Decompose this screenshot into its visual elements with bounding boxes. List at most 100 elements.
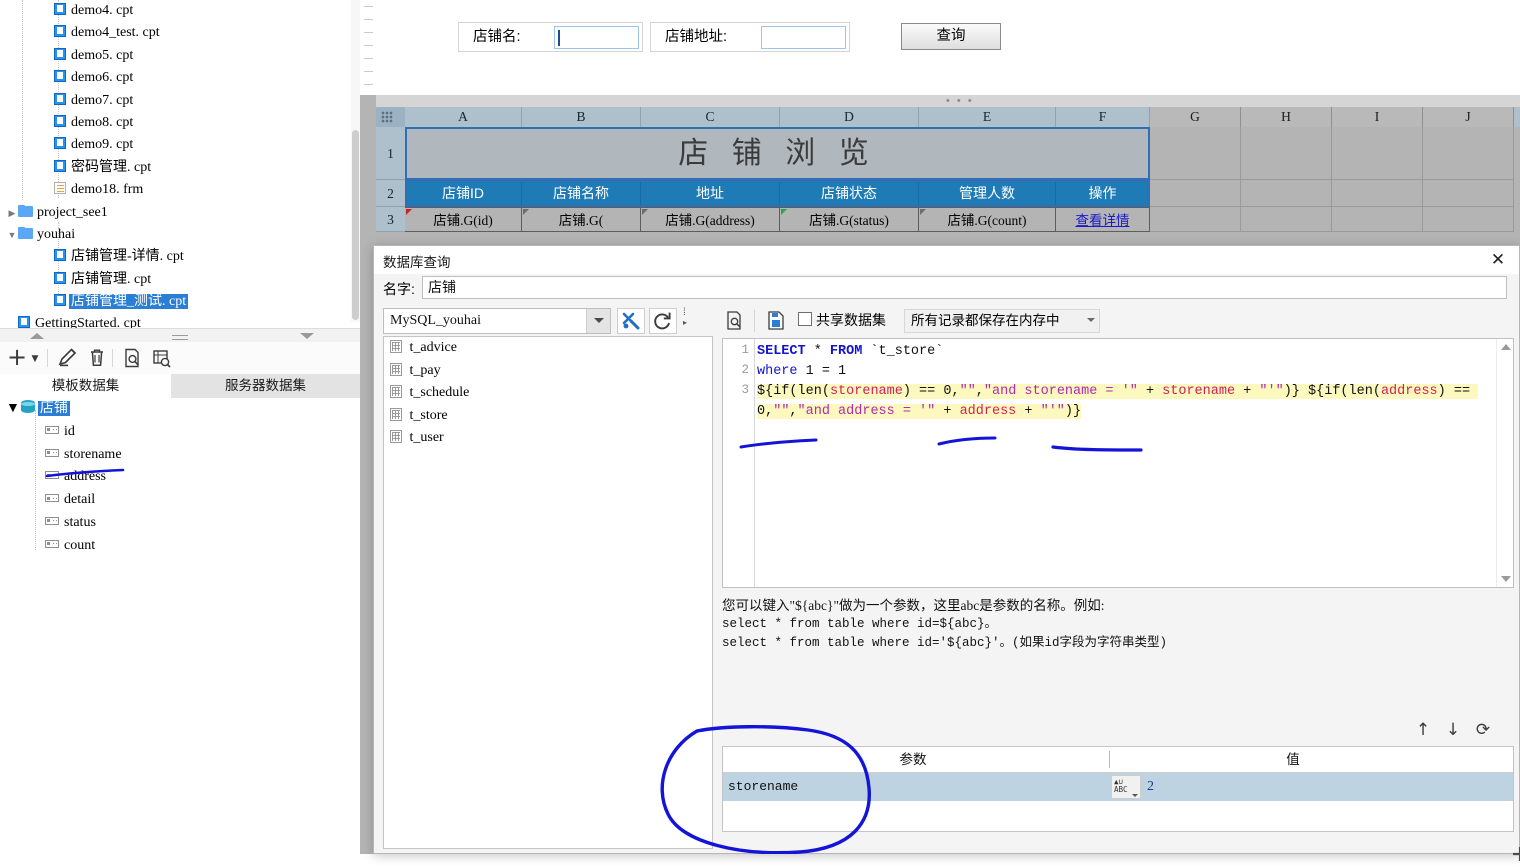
grid-column-header[interactable]: A — [405, 107, 522, 127]
dataset-field-item[interactable]: storename — [0, 444, 360, 467]
grid-column-header[interactable]: H — [1241, 107, 1332, 127]
refresh-params-button[interactable]: ⟳ — [1471, 718, 1495, 742]
tree-twisty-icon[interactable]: ▶ — [6, 202, 18, 224]
parameter-type-selector[interactable]: ▲∪ ABC — [1111, 775, 1141, 799]
sql-code-text[interactable]: SELECT * FROM `t_store` where 1 = 1 ${if… — [757, 342, 1495, 422]
preview-dataset-button[interactable] — [119, 346, 145, 370]
dataset-field-item[interactable]: detail — [0, 489, 360, 512]
store-address-field-group[interactable]: 店铺地址: — [650, 22, 850, 52]
dataset-tabs[interactable]: 模板数据集 服务器数据集 — [0, 374, 360, 398]
database-query-dialog[interactable]: 数据库查询 ✕ 名字: 店铺 MySQL_youhai ⁞ ▸ t_advice… — [373, 245, 1520, 861]
save-dataset-button[interactable] — [764, 308, 790, 334]
grid-header-cell[interactable]: 地址 — [641, 180, 780, 207]
grid-cell[interactable] — [1150, 207, 1241, 232]
query-button[interactable]: 查询 — [901, 23, 1001, 50]
table-list[interactable]: t_advice t_pay t_schedule t_store t_user — [383, 336, 713, 849]
grid-cell[interactable] — [1241, 127, 1332, 180]
parameter-toolbar[interactable]: ↑ ↓ ⟳ — [722, 718, 1514, 742]
file-tree-item[interactable]: ▼ youhai — [0, 224, 360, 246]
grid-cell[interactable] — [1423, 180, 1514, 207]
file-tree-item[interactable]: demo5. cpt — [0, 45, 360, 67]
store-name-field-group[interactable]: 店铺名: — [458, 22, 643, 52]
dataset-field-item[interactable]: address — [0, 466, 360, 489]
grid-row-header[interactable]: 1 — [376, 127, 405, 180]
dataset-name-bar[interactable]: 名字: 店铺 — [374, 274, 1519, 304]
grid-title-cell[interactable]: 店 铺 浏 览 — [405, 127, 1150, 180]
grid-row-header[interactable]: 2 — [376, 180, 405, 207]
file-tree-item[interactable]: demo7. cpt — [0, 90, 360, 112]
grid-data-cell[interactable]: 店铺.G(address) — [641, 207, 780, 232]
grid-cell[interactable] — [1241, 180, 1332, 207]
column-divider[interactable] — [1109, 751, 1110, 768]
splitter-up-arrow-icon[interactable] — [30, 333, 44, 339]
file-tree-panel[interactable]: demo4. cpt demo4_test. cpt demo5. cpt demo6… — [0, 0, 360, 334]
refresh-connection-button[interactable] — [649, 308, 677, 334]
grid-cell[interactable] — [1332, 180, 1423, 207]
grid-column-header[interactable]: F — [1056, 107, 1150, 127]
share-dataset-checkbox[interactable] — [798, 312, 812, 326]
file-tree-item[interactable]: ▶ project_see1 — [0, 202, 360, 224]
grid-column-header[interactable]: C — [641, 107, 780, 127]
grid-header-cell[interactable]: 管理人数 — [919, 180, 1056, 207]
chevron-down-icon[interactable] — [1087, 318, 1095, 322]
grid-row-header[interactable]: 3 — [376, 207, 405, 232]
file-tree-item[interactable]: demo8. cpt — [0, 112, 360, 134]
grid-header-cell[interactable]: 店铺ID — [405, 180, 522, 207]
dataset-field-list[interactable]: ▼ 店铺 id storename address detail status count — [0, 398, 360, 558]
grid-data-cell[interactable]: 查看详情 — [1056, 207, 1150, 232]
dataset-field-item[interactable]: id — [0, 421, 360, 444]
dataset-field-item[interactable]: count — [0, 535, 360, 558]
grid-cell[interactable] — [1332, 127, 1423, 180]
parameter-value-cell[interactable]: 2 — [1147, 773, 1154, 801]
sql-editor-scrollbar[interactable] — [1496, 339, 1513, 587]
grid-cell[interactable] — [1241, 207, 1332, 232]
delete-dataset-button[interactable] — [84, 346, 110, 370]
grid-column-header-row[interactable]: ABCDEFGHIJ — [376, 107, 1520, 127]
table-row[interactable]: storename ▲∪ ABC 2 — [723, 773, 1513, 801]
grid-column-header[interactable]: I — [1332, 107, 1423, 127]
file-tree-item[interactable]: 店铺管理-详情. cpt — [0, 246, 360, 268]
grid-column-header[interactable]: J — [1423, 107, 1514, 127]
file-tree-item[interactable]: demo4_test. cpt — [0, 22, 360, 44]
dialog-title-bar[interactable]: 数据库查询 ✕ — [374, 246, 1519, 274]
file-tree-item[interactable]: demo6. cpt — [0, 67, 360, 89]
move-param-down-button[interactable]: ↓ — [1441, 718, 1465, 742]
grid-data-cell[interactable]: 店铺.G(id) — [405, 207, 522, 232]
grid-data-cell[interactable]: 店铺.G(status) — [780, 207, 919, 232]
tree-twisty-icon[interactable]: ▼ — [6, 401, 20, 416]
grid-corner-selector[interactable] — [376, 107, 405, 127]
add-dataset-dropdown-arrow[interactable]: ▼ — [28, 346, 42, 370]
table-list-item[interactable]: t_pay — [384, 360, 712, 383]
file-tree-item[interactable]: demo9. cpt — [0, 134, 360, 156]
grid-cell[interactable] — [1150, 127, 1241, 180]
close-icon[interactable]: ✕ — [1487, 249, 1509, 271]
splitter-down-arrow-icon[interactable] — [300, 333, 314, 339]
grid-cell[interactable] — [1150, 180, 1241, 207]
toolbar-overflow-button[interactable]: ⁞ ▸ — [682, 307, 692, 333]
grid-header-cell[interactable]: 店铺名称 — [522, 180, 641, 207]
grid-cell[interactable] — [1332, 207, 1423, 232]
database-config-button[interactable] — [617, 308, 645, 334]
grid-data-cell[interactable]: 店铺.G(count) — [919, 207, 1056, 232]
table-list-item[interactable]: t_user — [384, 427, 712, 450]
add-dataset-button[interactable]: + — [4, 345, 30, 370]
dataset-name-input[interactable]: 店铺 — [422, 276, 1507, 299]
grid-header-cell[interactable]: 操作 — [1056, 180, 1150, 207]
scroll-up-arrow-icon[interactable] — [1501, 344, 1511, 350]
sql-editor[interactable]: 1 2 3 SELECT * FROM `t_store` where 1 = … — [722, 338, 1514, 588]
splitter-grip-icon[interactable] — [172, 335, 188, 340]
tree-twisty-icon[interactable]: ▼ — [6, 224, 18, 246]
sql-toolbar[interactable]: 共享数据集 所有记录都保存在内存中 — [722, 308, 1514, 336]
dataset-toolbar[interactable]: + ▼ — [0, 342, 360, 375]
grid-column-header[interactable]: G — [1150, 107, 1241, 127]
resize-plus-icon[interactable] — [1509, 843, 1520, 865]
move-param-up-button[interactable]: ↑ — [1411, 718, 1435, 742]
file-tree-list[interactable]: demo4. cpt demo4_test. cpt demo5. cpt demo6… — [0, 0, 360, 334]
grid-cell[interactable] — [1423, 127, 1514, 180]
dataset-field-item[interactable]: status — [0, 512, 360, 535]
connection-select[interactable]: MySQL_youhai — [383, 308, 611, 334]
grid-column-header[interactable]: E — [919, 107, 1056, 127]
dataset-root-item[interactable]: ▼ 店铺 — [0, 398, 360, 421]
tab-template-dataset[interactable]: 模板数据集 — [0, 374, 171, 398]
grid-cell[interactable] — [1423, 207, 1514, 232]
